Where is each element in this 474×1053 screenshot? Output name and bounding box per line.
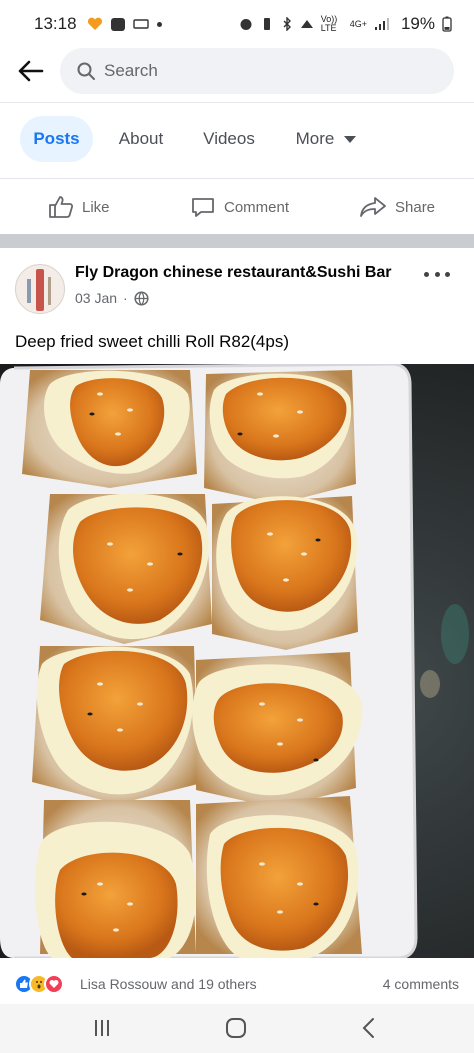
sushi-tray-image — [0, 364, 474, 958]
tab-about[interactable]: About — [108, 116, 174, 162]
chevron-left-icon — [362, 1018, 374, 1038]
comment-label: Comment — [224, 198, 290, 216]
search-input[interactable]: Search — [60, 48, 454, 94]
sushi-piece — [40, 493, 212, 644]
status-bar: 13:18 Vo)) LTE 4G+ 19% — [0, 0, 474, 48]
like-label: Like — [82, 198, 110, 216]
signal-label: 4G+ — [349, 19, 367, 29]
share-button[interactable]: Share — [359, 184, 435, 230]
heart-notification-icon — [87, 17, 102, 30]
reactions-row: Lisa Rossouw and 19 others 4 comments — [0, 968, 474, 1000]
sushi-piece — [35, 800, 196, 958]
sushi-piece — [196, 796, 362, 958]
tab-videos-label: Videos — [203, 129, 255, 148]
post-header: Fly Dragon chinese restaurant&Sushi Bar … — [0, 258, 474, 320]
battery-icon — [442, 16, 452, 32]
page-name[interactable]: Fly Dragon chinese restaurant&Sushi Bar — [75, 264, 392, 282]
sushi-piece — [192, 652, 363, 808]
sushi-piece — [22, 370, 197, 488]
post-actions-bar: Like Comment Share — [0, 184, 474, 230]
post-caption: Deep fried sweet chilli Roll R82(4ps) — [15, 332, 290, 351]
tab-about-label: About — [118, 129, 164, 148]
recent-apps-icon — [95, 1020, 109, 1036]
post-photo[interactable] — [0, 364, 474, 958]
post-date[interactable]: 03 Jan — [75, 290, 117, 306]
bluetooth-icon — [283, 17, 291, 31]
search-icon — [77, 62, 95, 80]
tab-posts[interactable]: Posts — [20, 116, 93, 162]
tab-videos[interactable]: Videos — [193, 116, 265, 162]
sushi-piece — [212, 496, 358, 650]
sushi-piece — [32, 646, 198, 804]
tab-posts-label: Posts — [33, 129, 80, 148]
home-icon — [226, 1018, 246, 1038]
reaction-summary[interactable]: Lisa Rossouw and 19 others — [80, 976, 257, 992]
feed-separator — [0, 234, 474, 248]
reaction-icons[interactable] — [14, 974, 64, 994]
network-label: Vo)) LTE — [320, 14, 338, 33]
search-placeholder: Search — [104, 61, 158, 80]
meta-separator: · — [123, 290, 128, 306]
like-button[interactable]: Like — [48, 184, 110, 230]
tabs-divider — [0, 178, 474, 179]
app-notification-icon — [132, 19, 149, 29]
share-icon — [360, 197, 386, 217]
comment-icon — [192, 198, 214, 217]
search-row: Search — [0, 48, 474, 94]
system-back-button[interactable] — [348, 1012, 388, 1044]
status-right: Vo)) LTE 4G+ 19% — [239, 14, 452, 34]
back-button[interactable] — [14, 57, 46, 85]
battery-percent: 19% — [400, 14, 435, 33]
notification-icons — [87, 17, 162, 31]
chevron-down-icon — [344, 135, 357, 143]
page-avatar[interactable] — [15, 264, 65, 314]
sushi-piece — [204, 370, 356, 504]
status-time: 13:18 — [34, 14, 77, 33]
wifi-calling-icon — [300, 20, 313, 28]
post-options-button[interactable] — [424, 264, 450, 284]
vibrate-icon — [263, 18, 270, 30]
tab-more-label: More — [295, 129, 335, 148]
page-tabs: Posts About Videos More — [0, 116, 474, 164]
system-nav-bar — [0, 1004, 474, 1053]
globe-icon — [134, 290, 149, 306]
thumbs-up-icon — [49, 196, 74, 218]
share-label: Share — [395, 198, 436, 216]
recent-apps-button[interactable] — [82, 1012, 122, 1044]
gallery-notification-icon — [110, 17, 125, 31]
back-arrow-icon — [18, 60, 44, 82]
post-meta: 03 Jan · — [75, 290, 149, 306]
tab-more[interactable]: More — [284, 116, 368, 162]
comment-button[interactable]: Comment — [190, 184, 289, 230]
header-divider — [0, 102, 474, 103]
love-reaction-icon — [44, 974, 64, 994]
more-notifications-dot — [156, 21, 162, 27]
home-button[interactable] — [216, 1012, 256, 1044]
signal-strength-icon — [374, 18, 389, 30]
alarm-icon — [240, 19, 252, 30]
comment-count[interactable]: 4 comments — [383, 976, 459, 992]
